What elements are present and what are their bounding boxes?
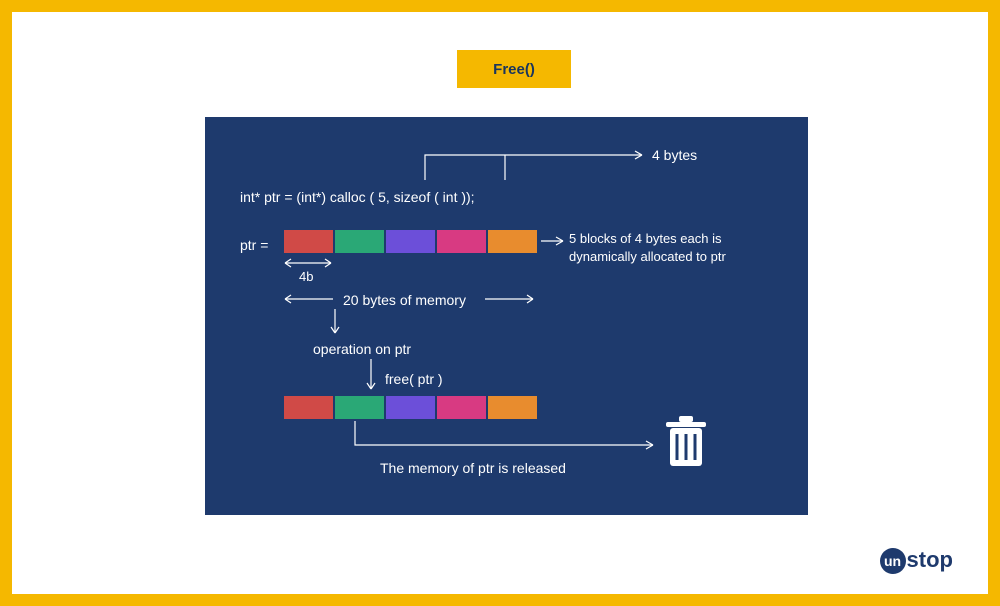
logo-circle: un [880,548,906,574]
memory-block [334,229,385,254]
label-operation: operation on ptr [313,341,411,357]
memory-block [385,395,436,420]
memory-block [436,395,487,420]
label-free-ptr: free( ptr ) [385,371,443,387]
blocks-desc-line2: dynamically allocated to ptr [569,249,726,264]
memory-block [283,395,334,420]
ptr-equals-label: ptr = [240,237,268,253]
title-text: Free() [493,61,535,78]
blocks-desc-line1: 5 blocks of 4 bytes each is [569,231,721,246]
blocks-description: 5 blocks of 4 bytes each is dynamically … [569,230,726,265]
ptr-blocks-row-1 [283,229,538,254]
unstop-logo: unstop [880,547,953,574]
label-20-bytes: 20 bytes of memory [343,292,466,308]
label-4-bytes: 4 bytes [652,147,697,163]
memory-block [385,229,436,254]
diagram-panel: 4 bytes int* ptr = (int*) calloc ( 5, si… [205,117,808,515]
page-canvas: Free() [12,12,988,594]
memory-block [436,229,487,254]
logo-text: stop [907,547,953,572]
title-box: Free() [457,50,571,88]
label-4b: 4b [299,269,313,284]
label-memory-released: The memory of ptr is released [380,460,566,476]
annotation-lines [205,117,808,515]
memory-block [487,395,538,420]
memory-block [487,229,538,254]
memory-block [283,229,334,254]
trash-icon [662,414,710,469]
memory-block [334,395,385,420]
code-line: int* ptr = (int*) calloc ( 5, sizeof ( i… [240,189,475,205]
ptr-blocks-row-2 [283,395,538,420]
